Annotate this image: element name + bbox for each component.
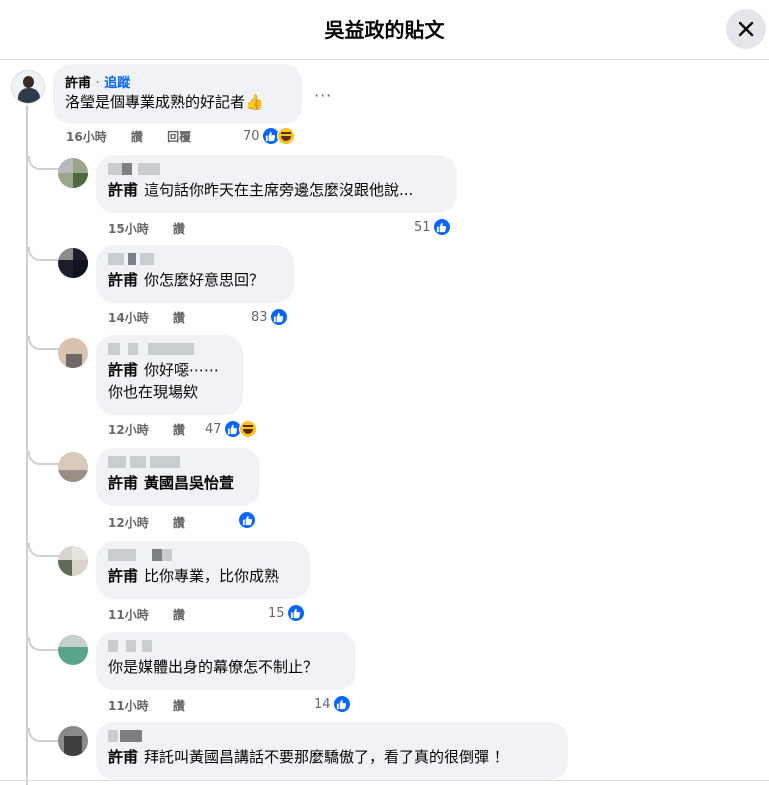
like-link[interactable]: 讚 (173, 423, 185, 437)
reply-text: 比你專業，比你成熟 (144, 567, 280, 585)
blurred-author (108, 640, 344, 654)
like-link[interactable]: 讚 (173, 699, 185, 713)
haha-reaction-icon (276, 127, 295, 145)
reply-text: 你也在現場欸 (108, 383, 199, 401)
dialog-header: 吳益政的貼文 (0, 0, 769, 60)
comment-text: 洛瑩是個專業成熟的好記者👍 (65, 93, 264, 111)
reply-text: 你好噁⋯⋯ (144, 361, 220, 379)
mention-tag[interactable]: 許甫 (108, 361, 138, 379)
thread-connector (28, 156, 60, 170)
reply-time[interactable]: 12小時 (108, 516, 149, 530)
reply-time[interactable]: 12小時 (108, 423, 149, 437)
reaction-count: 15 (268, 605, 285, 621)
blurred-author (108, 456, 248, 470)
like-link[interactable]: 讚 (173, 311, 185, 325)
blurred-author (108, 253, 282, 267)
thread-connector (28, 336, 60, 350)
blurred-author (108, 730, 556, 744)
like-link[interactable]: 讚 (131, 130, 143, 144)
close-icon (738, 21, 754, 37)
reply-bubble: 許甫 比你專業，比你成熟 (96, 541, 310, 599)
reaction-summary[interactable]: 51 (414, 218, 451, 236)
mention-tag[interactable]: 許甫 (108, 748, 138, 766)
follow-link[interactable]: 追蹤 (104, 76, 130, 91)
mention-tag[interactable]: 許甫 (108, 474, 138, 492)
reaction-summary[interactable]: 14 (314, 695, 351, 713)
reply-text: 你是媒體出身的幕僚怎不制止？ (108, 658, 319, 676)
reply-time[interactable]: 11小時 (108, 608, 149, 622)
reaction-summary[interactable]: 47 (205, 420, 257, 438)
thread-line (26, 105, 28, 785)
like-reaction-icon (238, 511, 256, 529)
comment-bubble: 許甫 · 追蹤 洛瑩是個專業成熟的好記者👍 (53, 64, 302, 124)
reaction-count: 70 (243, 128, 260, 144)
reaction-count: 83 (251, 309, 268, 325)
reply-link[interactable]: 回覆 (167, 130, 191, 144)
comment-author[interactable]: 許甫 (65, 76, 91, 91)
reply-meta: 14小時 讚 (108, 309, 205, 326)
reply-meta: 15小時 讚 (108, 220, 205, 237)
like-reaction-icon (286, 604, 305, 622)
avatar[interactable] (58, 248, 88, 278)
reply-bubble: 許甫 你好噁⋯⋯ 你也在現場欸 (96, 335, 243, 415)
reaction-count: 51 (414, 219, 431, 235)
more-options-button[interactable]: ··· (314, 86, 332, 105)
reply-text: 拜託叫黃國昌講話不要那麼驕傲了，看了真的很倒彈 ！ (144, 748, 509, 766)
comments-list: 許甫 · 追蹤 洛瑩是個專業成熟的好記者👍 ··· 16小時 讚 回覆 70 許… (0, 60, 769, 785)
comment-time[interactable]: 16小時 (66, 130, 107, 144)
reply-text: 你怎麼好意思回？ (144, 271, 265, 289)
reply-meta: 11小時 讚 (108, 606, 205, 623)
avatar[interactable] (58, 452, 88, 482)
reply-text: 這句話你昨天在主席旁邊怎麼沒跟他說... (144, 181, 414, 199)
reaction-summary[interactable] (238, 511, 256, 529)
reaction-count: 47 (205, 421, 222, 437)
divider (0, 780, 769, 781)
comment-meta: 16小時 讚 回覆 (66, 128, 211, 145)
thread-connector (28, 451, 60, 465)
close-button[interactable] (726, 9, 766, 49)
reply-bubble: 許甫 黃國昌吳怡萱 (96, 448, 260, 506)
like-link[interactable]: 讚 (173, 608, 185, 622)
thread-connector (28, 637, 60, 651)
avatar[interactable] (58, 635, 88, 665)
like-reaction-icon (432, 218, 451, 236)
separator: · (95, 76, 100, 91)
reply-meta: 12小時 讚 (108, 421, 205, 438)
reply-time[interactable]: 15小時 (108, 222, 149, 236)
reply-meta: 12小時 讚 (108, 514, 205, 531)
reply-time[interactable]: 11小時 (108, 699, 149, 713)
thread-connector (28, 728, 60, 742)
thread-connector (28, 247, 60, 261)
reaction-summary[interactable]: 83 (251, 308, 288, 326)
like-link[interactable]: 讚 (173, 516, 185, 530)
like-reaction-icon (269, 308, 288, 326)
blurred-author (108, 343, 231, 357)
blurred-author (108, 549, 298, 563)
reply-bubble: 你是媒體出身的幕僚怎不制止？ (96, 632, 356, 690)
reply-text: 黃國昌吳怡萱 (144, 474, 235, 492)
post-title: 吳益政的貼文 (324, 18, 445, 42)
reaction-summary[interactable]: 15 (268, 604, 305, 622)
mention-tag[interactable]: 許甫 (108, 567, 138, 585)
like-link[interactable]: 讚 (173, 222, 185, 236)
thread-connector (28, 543, 60, 557)
avatar[interactable] (58, 158, 88, 188)
mention-tag[interactable]: 許甫 (108, 271, 138, 289)
reply-bubble: 許甫 拜託叫黃國昌講話不要那麼驕傲了，看了真的很倒彈 ！ (96, 722, 568, 780)
mention-tag[interactable]: 許甫 (108, 181, 138, 199)
avatar[interactable] (58, 338, 88, 368)
reply-time[interactable]: 14小時 (108, 311, 149, 325)
avatar[interactable] (58, 726, 88, 756)
reply-bubble: 許甫 你怎麼好意思回？ (96, 245, 294, 303)
reply-meta: 11小時 讚 (108, 697, 205, 714)
reply-bubble: 許甫 這句話你昨天在主席旁邊怎麼沒跟他說... (96, 155, 457, 213)
haha-reaction-icon (238, 420, 257, 438)
like-reaction-icon (332, 695, 351, 713)
avatar[interactable] (11, 70, 45, 104)
blurred-author (108, 163, 445, 177)
reaction-summary[interactable]: 70 (243, 127, 295, 145)
avatar[interactable] (58, 546, 88, 576)
reaction-count: 14 (314, 696, 331, 712)
